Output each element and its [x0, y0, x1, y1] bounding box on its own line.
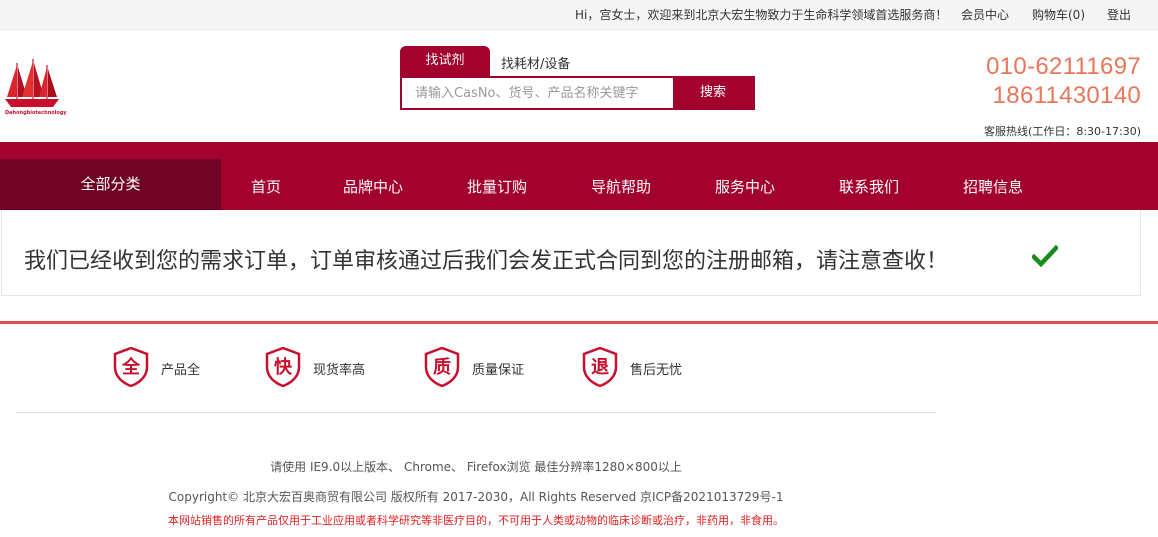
footer-divider — [16, 412, 936, 413]
check-icon — [1032, 245, 1058, 267]
nav-item-brands[interactable]: 品牌中心 — [343, 176, 403, 197]
badge-char: 退 — [591, 357, 609, 378]
order-confirmation-panel: 我们已经收到您的需求订单，订单审核通过后我们会发正式合同到您的注册邮箱，请注意查… — [1, 210, 1141, 296]
search-button[interactable]: 搜索 — [673, 78, 753, 108]
shield-badge-icon: 退 — [582, 347, 618, 387]
feature-label: 现货率高 — [313, 363, 366, 378]
phone-number-2: 18611430140 — [992, 82, 1141, 109]
order-confirmation-text: 我们已经收到您的需求订单，订单审核通过后我们会发正式合同到您的注册邮箱，请注意查… — [24, 249, 949, 274]
shield-badge-icon: 全 — [113, 347, 149, 387]
feature-label: 质量保证 — [472, 363, 525, 378]
main-nav: 全部分类 首页 品牌中心 批量订购 导航帮助 服务中心 联系我们 招聘信息 — [0, 142, 1158, 210]
browser-note: 请使用 IE9.0以上版本、 Chrome、 Firefox浏览 最佳分辨率12… — [270, 460, 682, 474]
search-input[interactable] — [402, 78, 675, 108]
phone-number-1: 010-62111697 — [986, 53, 1141, 80]
member-center-link[interactable]: 会员中心 — [961, 6, 1009, 23]
tab-consumables[interactable]: 找耗材/设备 — [501, 53, 570, 72]
disclaimer-text: 本网站销售的所有产品仅用于工业应用或者科学研究等非医疗目的，不可用于人类或动物的… — [168, 514, 784, 527]
section-divider — [0, 321, 1158, 324]
cart-link[interactable]: 购物车(0) — [1032, 6, 1085, 23]
nav-item-contact[interactable]: 联系我们 — [839, 176, 899, 197]
logo-text: Dahongbiotechnology — [5, 110, 67, 116]
badge-char: 快 — [274, 356, 293, 378]
hotline-hours: 客服热线(工作日：8:30-17:30) — [984, 125, 1141, 138]
shield-badge-icon: 质 — [424, 347, 460, 387]
nav-item-bulk-order[interactable]: 批量订购 — [467, 176, 527, 197]
nav-item-home[interactable]: 首页 — [251, 176, 281, 197]
tab-reagents[interactable]: 找试剂 — [400, 46, 490, 76]
logout-link[interactable]: 登出 — [1107, 6, 1131, 23]
nav-all-categories[interactable]: 全部分类 — [0, 159, 221, 210]
top-bar: Hi，宫女士，欢迎来到北京大宏生物致力于生命科学领域首选服务商！ 会员中心 购物… — [0, 0, 1158, 30]
nav-item-service[interactable]: 服务中心 — [715, 176, 775, 197]
nav-item-jobs[interactable]: 招聘信息 — [963, 176, 1023, 197]
copyright-text: Copyright© 北京大宏百奥商贸有限公司 版权所有 2017-2030，A… — [168, 490, 784, 504]
shield-badge-icon: 快 — [265, 347, 301, 387]
search-box: 搜索 — [400, 76, 755, 110]
nav-item-help[interactable]: 导航帮助 — [591, 176, 651, 197]
feature-label: 售后无忧 — [630, 363, 683, 378]
badge-char: 质 — [433, 357, 451, 378]
greeting-text: Hi，宫女士，欢迎来到北京大宏生物致力于生命科学领域首选服务商！ — [575, 8, 948, 22]
badge-char: 全 — [121, 356, 141, 378]
feature-label: 产品全 — [161, 363, 201, 378]
